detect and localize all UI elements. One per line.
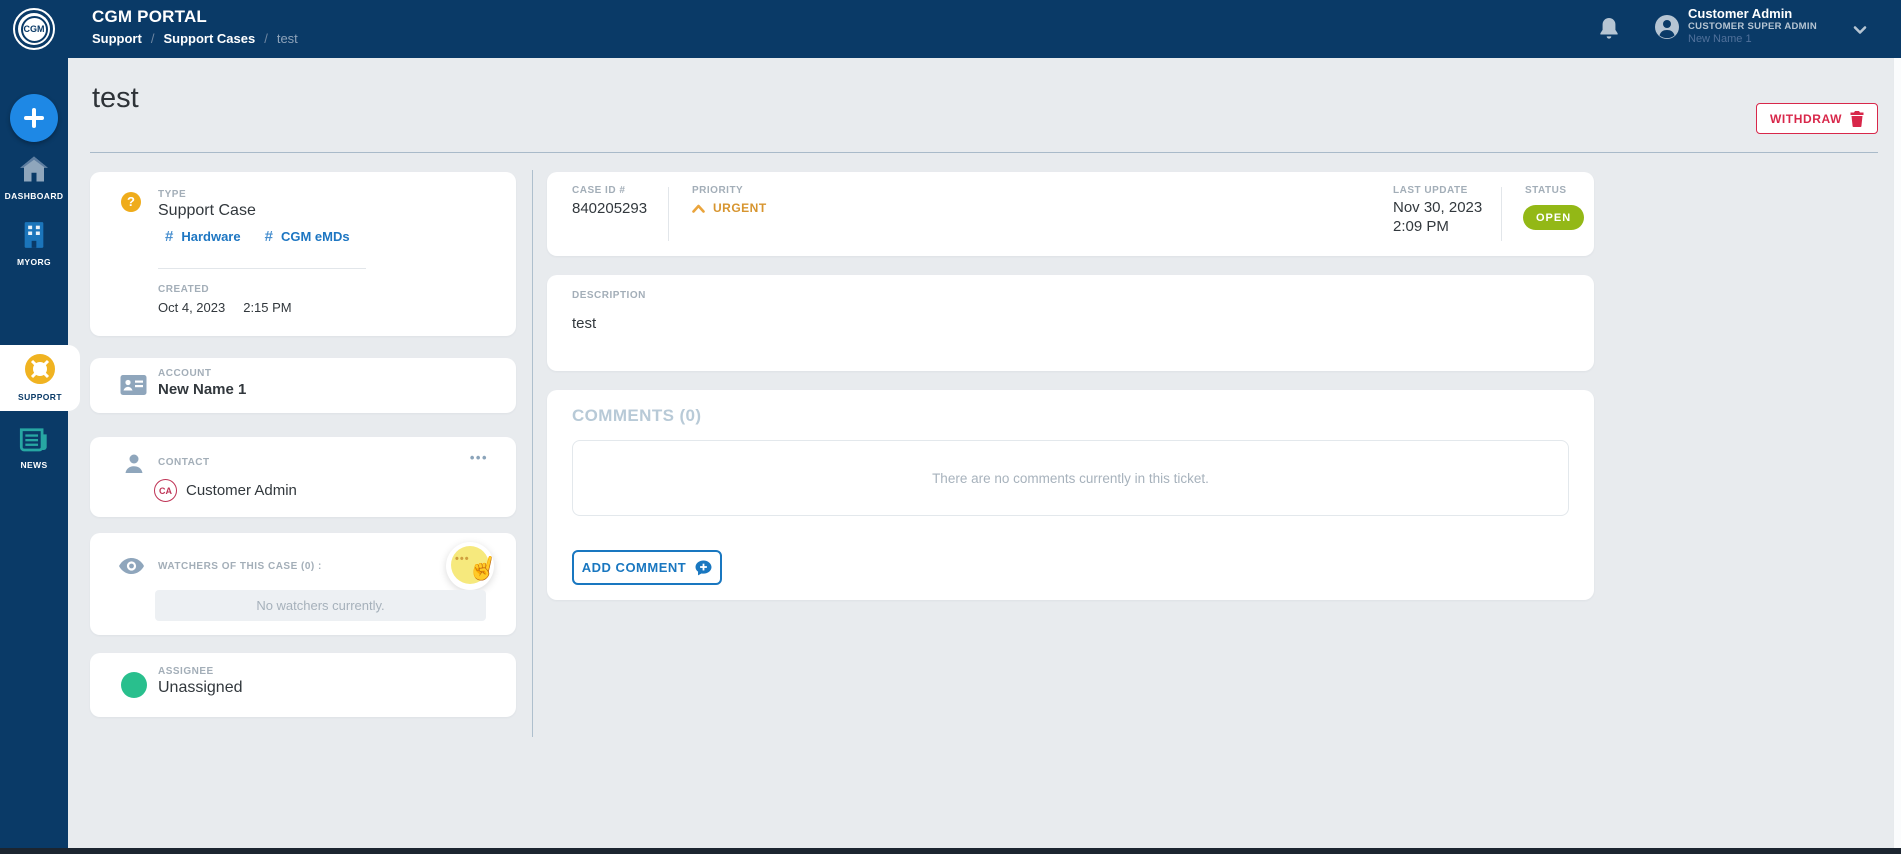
eye-icon	[118, 557, 145, 575]
id-card-icon	[120, 374, 147, 396]
user-role: CUSTOMER SUPER ADMIN	[1688, 21, 1848, 33]
comment-bubble-icon	[695, 560, 712, 576]
user-menu[interactable]: Customer Admin CUSTOMER SUPER ADMIN New …	[1688, 6, 1848, 46]
page-title: test	[92, 82, 139, 115]
hash-icon: #	[165, 228, 173, 245]
tag-cgm-emds[interactable]: # CGM eMDs	[265, 228, 350, 245]
comments-header: COMMENTS (0)	[572, 406, 701, 426]
breadcrumb-support[interactable]: Support	[92, 31, 142, 46]
assignee-avatar-dot	[121, 672, 147, 698]
case-id-value: 840205293	[572, 200, 647, 217]
tag-row: # Hardware # CGM eMDs	[165, 228, 350, 245]
cgm-logo: CGM	[13, 8, 55, 50]
window-bottom-edge	[0, 848, 1901, 854]
description-label: DESCRIPTION	[572, 290, 646, 301]
status-label: STATUS	[1525, 185, 1567, 196]
watchers-options-button[interactable]: ••• ☝	[446, 542, 494, 590]
contact-value: Customer Admin	[186, 482, 297, 499]
watchers-label: WATCHERS OF THIS CASE (0) :	[158, 561, 322, 572]
type-card-divider	[158, 268, 366, 269]
watchers-empty-state: No watchers currently.	[155, 590, 486, 621]
sidebar-item-support[interactable]: SUPPORT	[0, 345, 80, 411]
account-card: ACCOUNT New Name 1	[90, 358, 516, 413]
sidebar-item-myorg[interactable]: MYORG	[0, 221, 68, 267]
breadcrumb: Support / Support Cases / test	[92, 31, 298, 46]
dashboard-home-icon	[19, 155, 49, 183]
person-icon	[122, 452, 146, 476]
created-time: 2:15 PM	[243, 300, 291, 315]
user-avatar-icon[interactable]	[1654, 14, 1680, 40]
watchers-card: WATCHERS OF THIS CASE (0) : ••• ☝ No wat…	[90, 533, 516, 635]
hash-icon: #	[265, 228, 273, 245]
last-update-date: Nov 30, 2023	[1393, 199, 1482, 216]
app-title: CGM PORTAL	[92, 7, 207, 27]
support-lifebuoy-icon	[25, 354, 55, 384]
case-id-label: CASE ID #	[572, 185, 625, 196]
column-divider	[532, 170, 533, 737]
topbar: CGM CGM PORTAL Support / Support Cases /…	[0, 0, 1901, 58]
user-menu-chevron-down-icon[interactable]	[1852, 22, 1868, 38]
screen: CGM CGM PORTAL Support / Support Cases /…	[0, 0, 1901, 854]
user-name: Customer Admin	[1688, 6, 1848, 21]
add-comment-button[interactable]: ADD COMMENT	[572, 550, 722, 585]
news-newspaper-icon	[19, 426, 49, 452]
trash-icon	[1850, 111, 1864, 127]
status-badge: OPEN	[1523, 205, 1584, 230]
account-label: ACCOUNT	[158, 368, 212, 379]
account-value: New Name 1	[158, 381, 246, 398]
chevron-up-icon	[692, 204, 705, 213]
tag-hardware[interactable]: # Hardware	[165, 228, 241, 245]
sidebar-item-news[interactable]: NEWS	[0, 426, 68, 470]
priority-label: PRIORITY	[692, 185, 743, 196]
case-info-card: CASE ID # 840205293 PRIORITY URGENT LAST…	[547, 172, 1594, 256]
created-date: Oct 4, 2023	[158, 300, 225, 315]
myorg-building-icon	[21, 221, 47, 249]
type-card: ? TYPE Support Case # Hardware # CGM eMD…	[90, 172, 516, 336]
contact-card: CONTACT ••• CA Customer Admin	[90, 437, 516, 517]
header-divider	[90, 152, 1878, 153]
comments-card: COMMENTS (0) There are no comments curre…	[547, 390, 1594, 600]
create-new-fab-button[interactable]	[10, 94, 58, 142]
page-scrollbar[interactable]	[1893, 58, 1901, 848]
breadcrumb-support-cases[interactable]: Support Cases	[163, 31, 255, 46]
description-text: test	[572, 315, 596, 332]
assignee-label: ASSIGNEE	[158, 666, 214, 677]
cgm-logo-text: CGM	[21, 16, 48, 43]
assignee-value: Unassigned	[158, 679, 243, 697]
sidebar-item-dashboard[interactable]: DASHBOARD	[0, 155, 68, 201]
description-card: DESCRIPTION test	[547, 275, 1594, 371]
user-org: New Name 1	[1688, 33, 1848, 46]
contact-label: CONTACT	[158, 457, 210, 468]
ellipsis-icon: •••	[455, 553, 470, 565]
assignee-card: ASSIGNEE Unassigned	[90, 653, 516, 717]
question-mark-icon: ?	[121, 192, 141, 212]
priority-value: URGENT	[692, 201, 767, 215]
type-value: Support Case	[158, 202, 256, 220]
withdraw-button[interactable]: WITHDRAW	[1756, 103, 1878, 134]
contact-avatar: CA	[154, 479, 177, 502]
notifications-bell-icon[interactable]	[1598, 16, 1620, 42]
comments-empty-state: There are no comments currently in this …	[572, 440, 1569, 516]
last-update-label: LAST UPDATE	[1393, 185, 1468, 196]
created-value: Oct 4, 2023 2:15 PM	[158, 300, 292, 315]
sidebar: DASHBOARD MYORG SUPPORT	[0, 58, 68, 848]
type-label: TYPE	[158, 189, 186, 200]
breadcrumb-current: test	[277, 31, 298, 46]
contact-options-menu[interactable]: •••	[470, 450, 488, 465]
last-update-time: 2:09 PM	[1393, 218, 1449, 235]
created-label: CREATED	[158, 284, 209, 295]
